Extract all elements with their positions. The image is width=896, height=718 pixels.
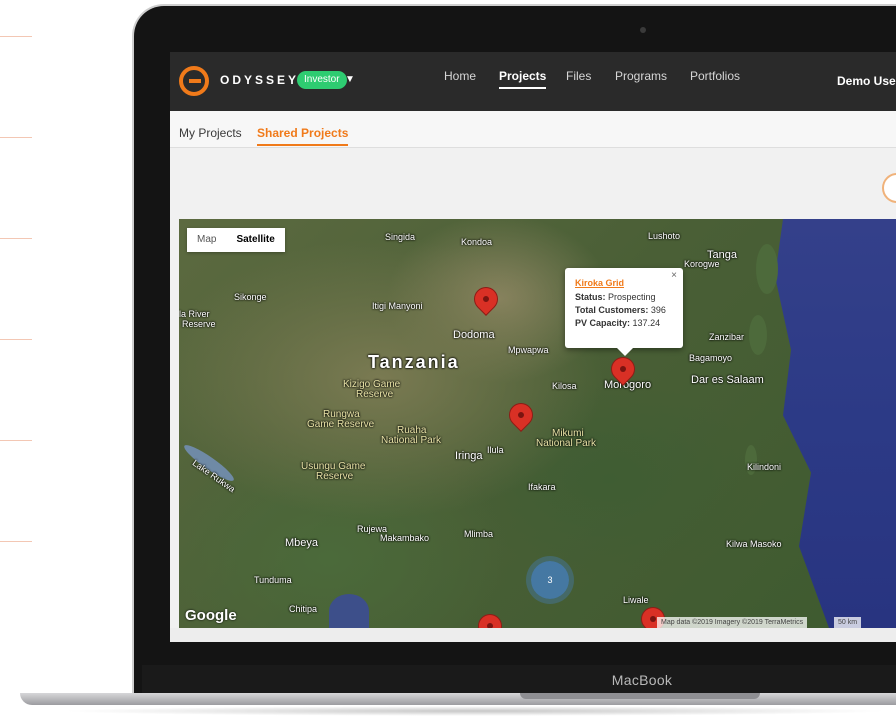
tab-shared-projects[interactable]: Shared Projects [257, 126, 349, 146]
tab-my-projects[interactable]: My Projects [179, 126, 242, 140]
status-label: Status: [575, 292, 606, 302]
laptop-shadow [60, 706, 890, 716]
side-divider [0, 541, 32, 542]
map-label: Makambako [380, 533, 430, 543]
map-label: Morogoro [604, 379, 652, 391]
status-value: Prospecting [608, 292, 656, 302]
project-title-link[interactable]: Kiroka Grid [575, 278, 673, 288]
caret-down-icon[interactable]: ▼ [345, 74, 355, 85]
nav-files[interactable]: Files [566, 69, 591, 83]
map-label: Lushoto [648, 231, 681, 241]
map-label: Sikonge [234, 292, 267, 302]
pv-capacity-row: PV Capacity: 137.24 [575, 318, 673, 328]
customers-row: Total Customers: 396 [575, 305, 673, 315]
map-label: Itigi Manyoni [372, 301, 423, 311]
map-label: Tanga [707, 249, 737, 261]
map-scale: 50 km [834, 617, 862, 628]
map-label: Liwale [623, 595, 649, 605]
stage: ODYSSEY Investor ▼ Home Projects Files P… [0, 0, 896, 718]
side-divider [0, 339, 32, 340]
role-badge[interactable]: Investor [297, 71, 347, 89]
map-label: Reserve [356, 389, 394, 400]
lake [329, 594, 369, 628]
map-type-map-button[interactable]: Map [187, 228, 226, 252]
project-pin-icon[interactable] [474, 610, 506, 628]
island [749, 315, 767, 355]
map-label: Game Reserve [307, 419, 375, 430]
map-label: Mpwapwa [508, 345, 549, 355]
project-pin-icon[interactable] [505, 399, 537, 431]
map-label: Kilosa [552, 381, 577, 391]
map-type-control: Map Satellite [187, 228, 285, 252]
action-button[interactable] [882, 173, 896, 203]
map-label: Reserve [316, 471, 354, 482]
laptop-base [20, 693, 896, 705]
brand-name: ODYSSEY [220, 73, 300, 87]
map-label: Reserve [182, 319, 216, 329]
project-info-window: × Kiroka Grid Status: Prospecting Total … [565, 268, 683, 356]
map-label: Dodoma [453, 329, 495, 341]
map-label: Ifakara [528, 482, 556, 492]
map-label: Dar es Salaam [691, 374, 764, 386]
nav-programs[interactable]: Programs [615, 69, 667, 83]
map-label: Singida [385, 232, 416, 242]
project-pin-icon[interactable] [470, 283, 502, 315]
nav-projects[interactable]: Projects [499, 69, 547, 89]
project-tabs: My Projects Shared Projects [170, 111, 896, 148]
nav-home[interactable]: Home [444, 69, 476, 83]
country-label: Tanzania [368, 352, 460, 372]
map-label: National Park [536, 438, 597, 449]
marker-cluster[interactable]: 3 [531, 561, 569, 599]
camera-icon [640, 27, 646, 33]
app-screen: ODYSSEY Investor ▼ Home Projects Files P… [170, 52, 896, 642]
laptop-notch [520, 693, 760, 699]
customers-label: Total Customers: [575, 305, 649, 315]
project-map[interactable]: Singida Kondoa Lushoto Korogwe Tanga Sik… [179, 219, 896, 628]
map-label: Kilindoni [747, 462, 782, 472]
status-row: Status: Prospecting [575, 292, 673, 302]
map-attribution: Map data ©2019 Imagery ©2019 TerraMetric… [657, 617, 808, 628]
side-divider [0, 36, 32, 37]
map-label: Mlimba [464, 529, 494, 539]
map-label: Bagamoyo [689, 353, 733, 363]
map-label: Kondoa [461, 237, 493, 247]
pv-capacity-value: 137.24 [632, 318, 661, 328]
side-divider [0, 440, 32, 441]
odyssey-logo-icon[interactable] [179, 66, 209, 96]
map-label: Kilwa Masoko [726, 539, 782, 549]
map-label: Chitipa [289, 604, 318, 614]
screen-footer [170, 628, 896, 642]
map-label: la River [179, 309, 210, 319]
side-divider [0, 238, 32, 239]
map-label: Mbeya [285, 537, 319, 549]
map-label: Tunduma [254, 575, 292, 585]
pv-capacity-label: PV Capacity: [575, 318, 631, 328]
customers-value: 396 [650, 305, 666, 315]
close-icon[interactable]: × [671, 270, 677, 281]
user-menu[interactable]: Demo User [837, 74, 896, 88]
map-label: Zanzibar [709, 332, 745, 342]
side-divider [0, 137, 32, 138]
island [756, 244, 778, 294]
device-label: MacBook [611, 672, 673, 688]
map-label: National Park [381, 435, 442, 446]
google-logo: Google [185, 607, 237, 624]
top-navbar: ODYSSEY Investor ▼ Home Projects Files P… [170, 52, 896, 111]
map-label: Ilula [487, 445, 504, 455]
map-label: Iringa [455, 450, 483, 462]
nav-portfolios[interactable]: Portfolios [690, 69, 740, 83]
map-type-satellite-button[interactable]: Satellite [226, 228, 284, 252]
